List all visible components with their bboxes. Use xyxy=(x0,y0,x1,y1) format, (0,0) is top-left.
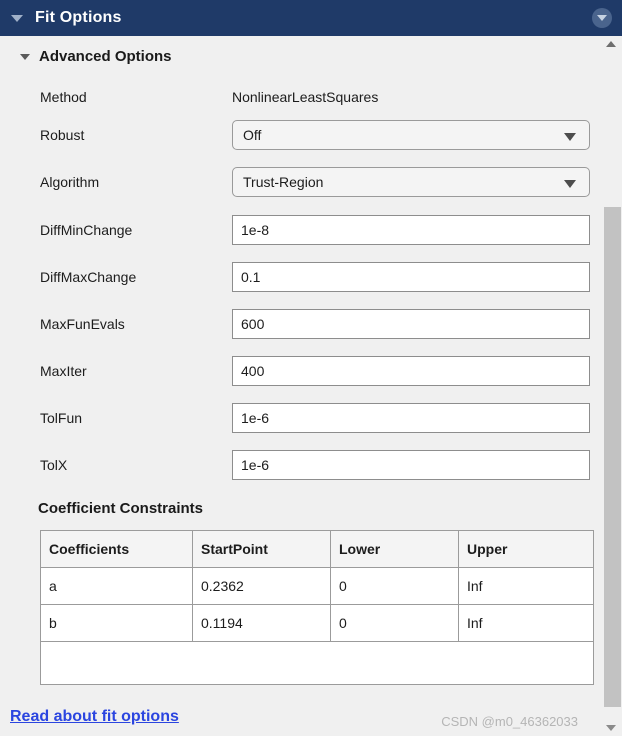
row-maxiter: MaxIter 400 xyxy=(0,356,600,388)
algorithm-dropdown[interactable]: Trust-Region xyxy=(232,167,590,197)
label-maxiter: MaxIter xyxy=(40,363,87,379)
read-about-fit-options-link[interactable]: Read about fit options xyxy=(10,708,179,726)
column-header-lower[interactable]: Lower xyxy=(330,530,459,568)
coefficient-constraints-heading: Coefficient Constraints xyxy=(38,500,204,517)
row-tolfun: TolFun 1e-6 xyxy=(0,403,600,435)
cell-coefficient[interactable]: b xyxy=(40,604,193,642)
diffminchange-input[interactable]: 1e-8 xyxy=(232,215,590,245)
maxfunevals-value: 600 xyxy=(241,316,265,332)
watermark-text: CSDN @m0_46362033 xyxy=(441,714,578,729)
triangle-down-icon[interactable] xyxy=(11,14,23,22)
vertical-scrollbar[interactable] xyxy=(600,36,622,736)
row-method: Method NonlinearLeastSquares xyxy=(0,82,600,114)
chevron-down-glyph xyxy=(597,15,607,21)
tolfun-value: 1e-6 xyxy=(241,410,270,426)
label-tolx: TolX xyxy=(40,457,68,473)
label-method: Method xyxy=(40,89,87,105)
maxiter-value: 400 xyxy=(241,363,265,379)
triangle-up-icon xyxy=(606,41,616,47)
chevron-down-icon[interactable] xyxy=(564,133,576,141)
row-diffminchange: DiffMinChange 1e-8 xyxy=(0,215,600,247)
tolx-input[interactable]: 1e-6 xyxy=(232,450,590,480)
cell-upper[interactable]: Inf xyxy=(458,567,594,605)
fit-options-titlebar: Fit Options xyxy=(0,0,622,36)
chevron-down-icon[interactable] xyxy=(564,180,576,188)
table-row[interactable]: b 0.1194 0 Inf xyxy=(40,604,594,642)
maxfunevals-input[interactable]: 600 xyxy=(232,309,590,339)
scroll-down-button[interactable] xyxy=(600,720,622,736)
row-diffmaxchange: DiffMaxChange 0.1 xyxy=(0,262,600,294)
page-title: Fit Options xyxy=(35,9,122,26)
tolx-value: 1e-6 xyxy=(241,457,270,473)
label-diffmaxchange: DiffMaxChange xyxy=(40,269,137,285)
robust-dropdown-value: Off xyxy=(243,127,262,143)
label-algorithm: Algorithm xyxy=(40,174,100,190)
diffmaxchange-value: 0.1 xyxy=(241,269,261,285)
triangle-down-icon xyxy=(606,725,616,731)
cell-empty[interactable] xyxy=(40,641,594,685)
maxiter-input[interactable]: 400 xyxy=(232,356,590,386)
table-row-empty[interactable] xyxy=(40,641,594,685)
label-diffminchange: DiffMinChange xyxy=(40,222,133,238)
diffmaxchange-input[interactable]: 0.1 xyxy=(232,262,590,292)
label-maxfunevals: MaxFunEvals xyxy=(40,316,125,332)
advanced-options-section-header[interactable]: Advanced Options xyxy=(0,48,172,65)
advanced-options-label: Advanced Options xyxy=(39,48,172,65)
row-algorithm: Algorithm Trust-Region xyxy=(0,167,600,199)
row-robust: Robust Off xyxy=(0,120,600,152)
cell-upper[interactable]: Inf xyxy=(458,604,594,642)
scroll-up-button[interactable] xyxy=(600,36,622,52)
scrollbar-thumb[interactable] xyxy=(604,207,621,707)
row-maxfunevals: MaxFunEvals 600 xyxy=(0,309,600,341)
diffminchange-value: 1e-8 xyxy=(241,222,270,238)
robust-dropdown[interactable]: Off xyxy=(232,120,590,150)
cell-coefficient[interactable]: a xyxy=(40,567,193,605)
cell-startpoint[interactable]: 0.2362 xyxy=(192,567,331,605)
table-row[interactable]: a 0.2362 0 Inf xyxy=(40,567,594,605)
coefficient-constraints-table[interactable]: Coefficients StartPoint Lower Upper a 0.… xyxy=(40,530,594,685)
tolfun-input[interactable]: 1e-6 xyxy=(232,403,590,433)
column-header-coefficients[interactable]: Coefficients xyxy=(40,530,193,568)
fit-options-panel: Advanced Options Method NonlinearLeastSq… xyxy=(0,36,600,736)
cell-lower[interactable]: 0 xyxy=(330,604,459,642)
row-tolx: TolX 1e-6 xyxy=(0,450,600,482)
label-robust: Robust xyxy=(40,127,85,143)
column-header-startpoint[interactable]: StartPoint xyxy=(192,530,331,568)
algorithm-dropdown-value: Trust-Region xyxy=(243,174,324,190)
label-tolfun: TolFun xyxy=(40,410,83,426)
column-header-upper[interactable]: Upper xyxy=(458,530,594,568)
triangle-down-icon[interactable] xyxy=(20,53,30,60)
table-header-row: Coefficients StartPoint Lower Upper xyxy=(40,530,594,568)
cell-lower[interactable]: 0 xyxy=(330,567,459,605)
cell-startpoint[interactable]: 0.1194 xyxy=(192,604,331,642)
circle-chevron-down-icon[interactable] xyxy=(592,8,612,28)
value-method: NonlinearLeastSquares xyxy=(232,89,379,105)
